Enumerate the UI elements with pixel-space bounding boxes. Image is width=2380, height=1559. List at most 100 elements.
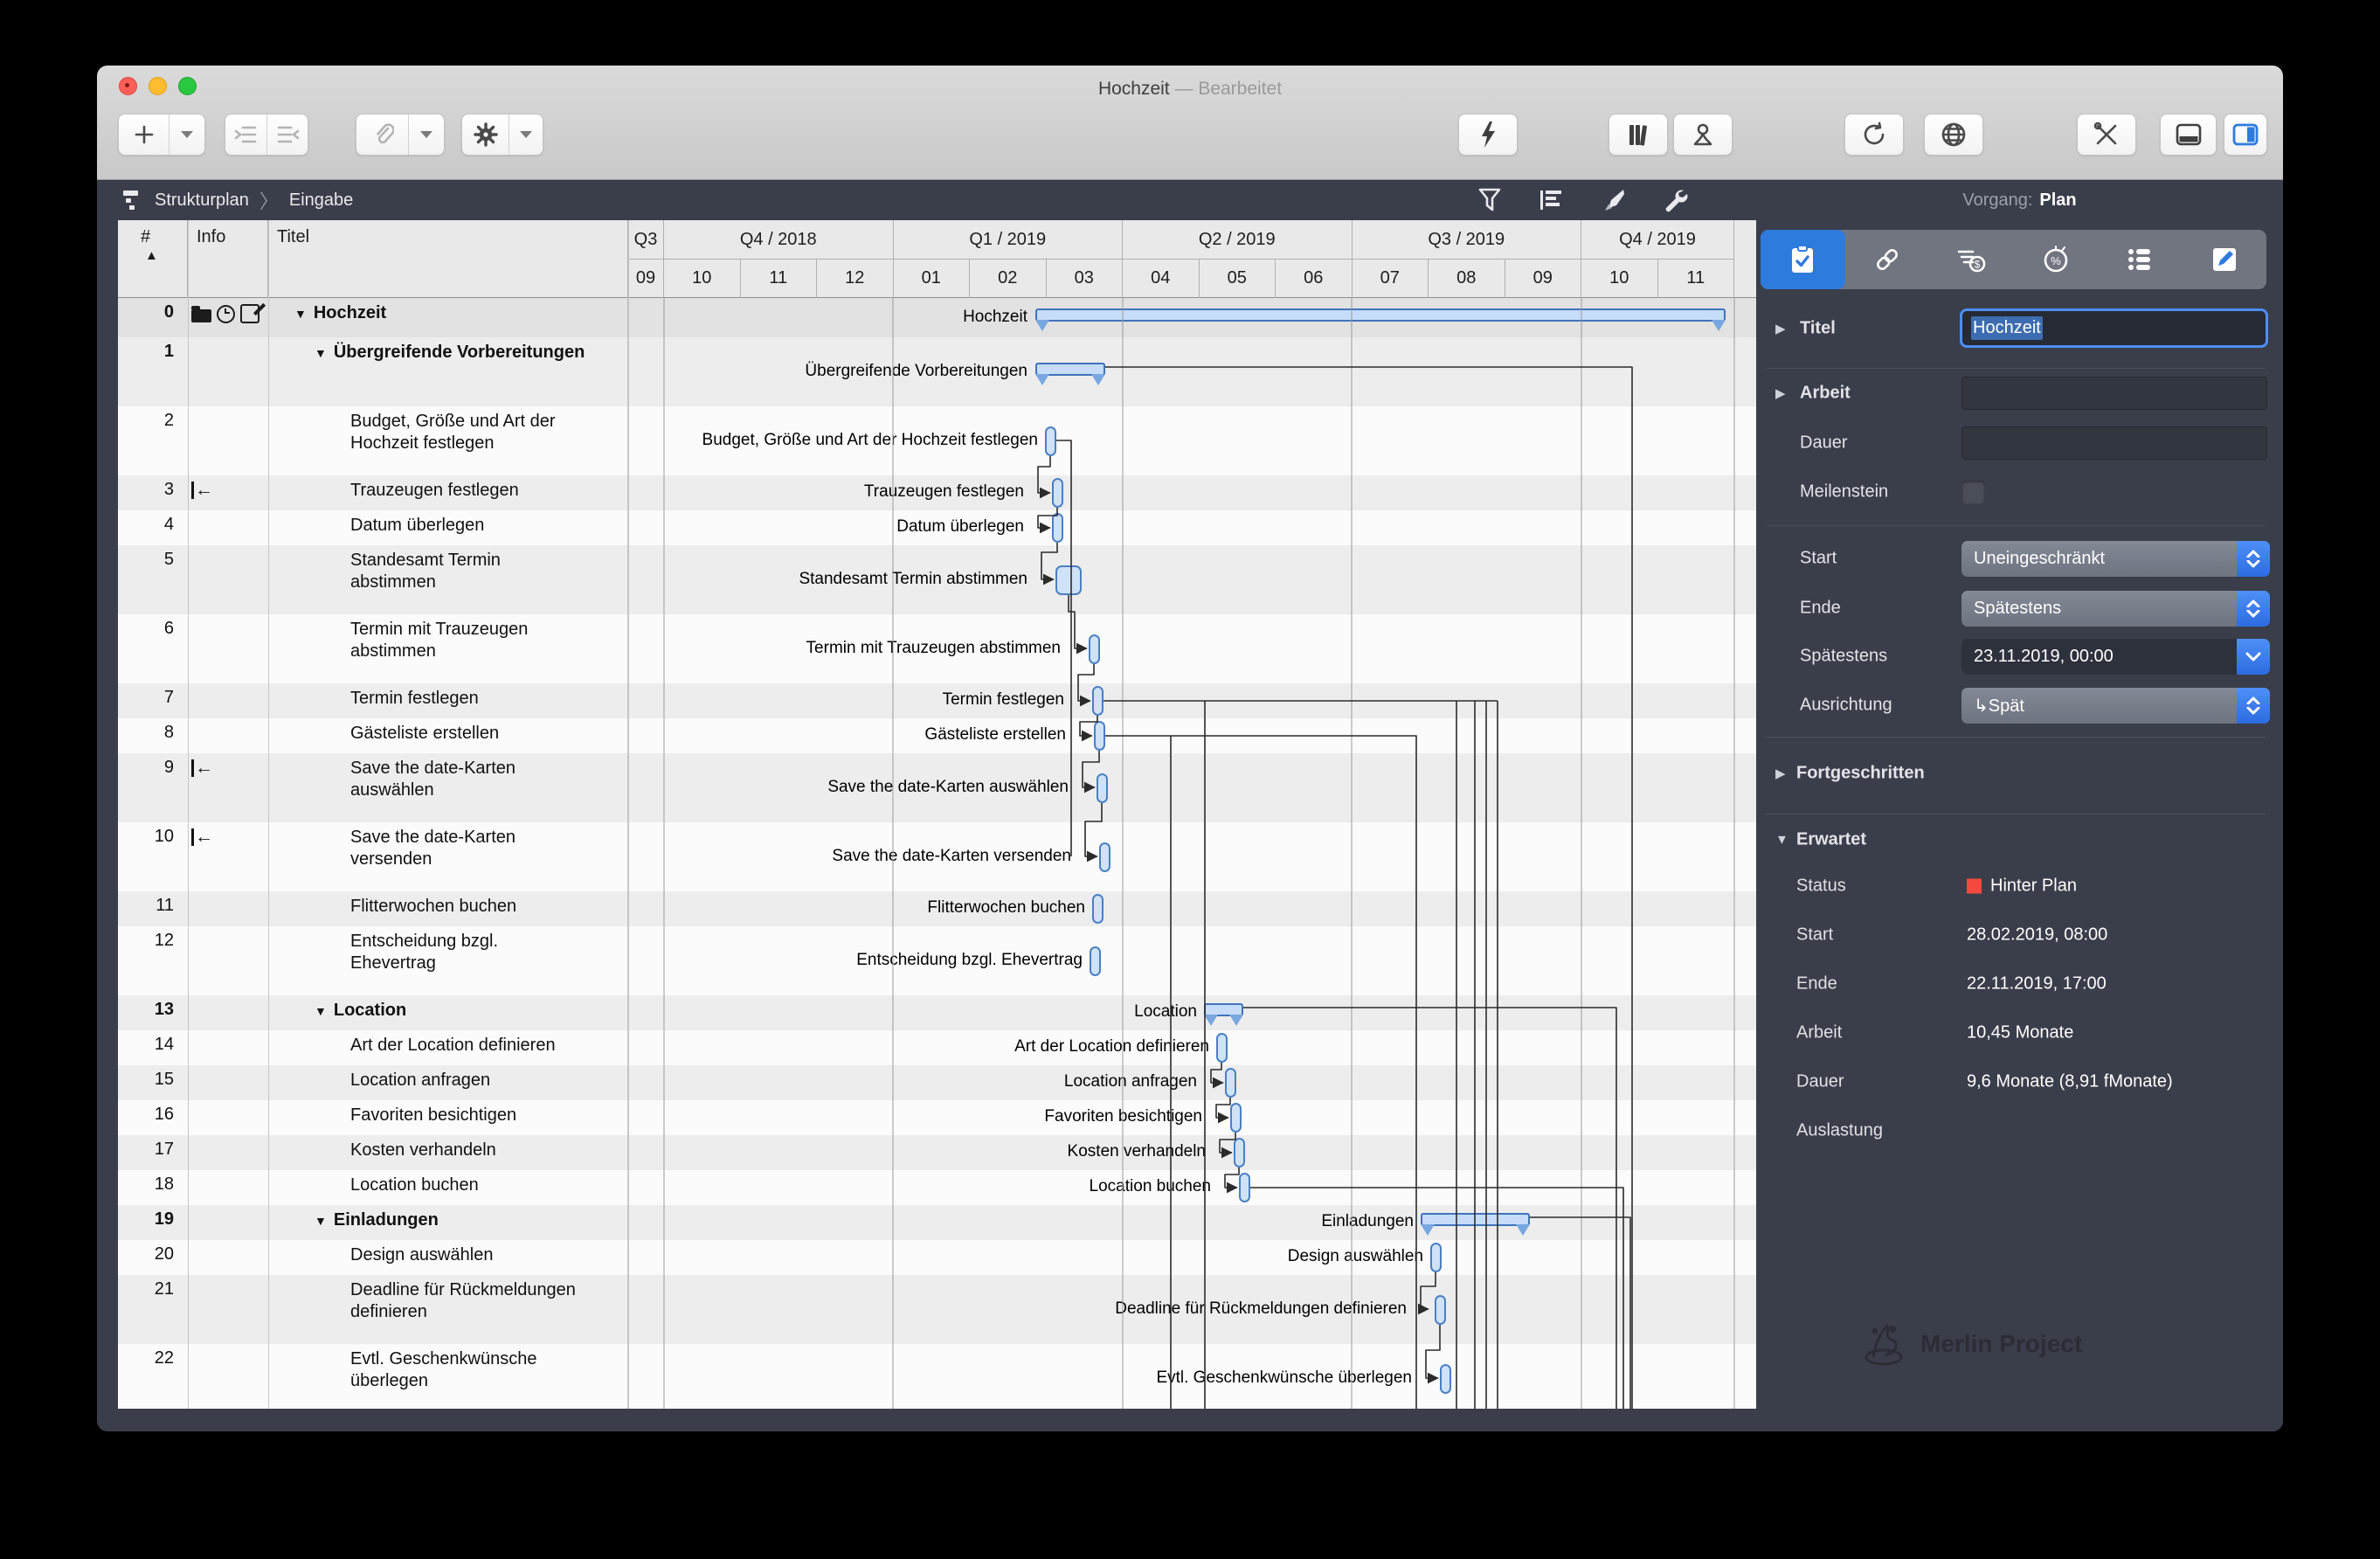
collapse-triangle-icon[interactable]: ▼ (294, 307, 307, 321)
month-header-10[interactable]: 07 (1353, 259, 1429, 298)
task-bar[interactable] (1052, 478, 1063, 508)
task-bar[interactable] (1435, 1295, 1446, 1325)
month-header-8[interactable]: 05 (1200, 259, 1276, 298)
task-row-1[interactable]: 1▼Übergreifende VorbereitungenÜbergreife… (118, 337, 1756, 406)
task-row-22[interactable]: 22Evtl. Geschenkwünsche überlegenEvtl. G… (118, 1344, 1756, 1409)
task-bar[interactable] (1440, 1364, 1451, 1394)
tab-resources[interactable] (2098, 230, 2183, 289)
quarter-header-2[interactable]: Q1 / 2019 (894, 220, 1124, 259)
task-row-10[interactable]: 10←Save the date-Karten versendenSave th… (118, 822, 1756, 891)
publish-button[interactable] (1924, 114, 1983, 156)
filter-funnel-icon[interactable] (1477, 187, 1502, 213)
month-header-4[interactable]: 01 (894, 259, 971, 298)
task-bar[interactable] (1239, 1173, 1250, 1202)
task-row-7[interactable]: 7Termin festlegenTermin festlegen (118, 683, 1756, 718)
task-row-14[interactable]: 14Art der Location definierenArt der Loc… (118, 1030, 1756, 1065)
titel-input[interactable]: Hochzeit (1960, 308, 2268, 348)
summary-bar[interactable] (1421, 1213, 1530, 1226)
quarter-header-5[interactable]: Q4 / 2019 (1581, 220, 1734, 259)
tab-dependencies[interactable] (1845, 230, 1930, 289)
task-row-0[interactable]: 0▼HochzeitHochzeit (118, 298, 1756, 337)
quarter-header-0[interactable]: Q3 (628, 220, 664, 259)
task-row-3[interactable]: 3←Trauzeugen festlegenTrauzeugen festleg… (118, 475, 1756, 510)
task-row-21[interactable]: 21Deadline für Rückmeldungen definierenD… (118, 1275, 1756, 1344)
titel-disclosure-icon[interactable]: ▶ (1775, 321, 1786, 336)
month-header-7[interactable]: 04 (1123, 259, 1200, 298)
breadcrumb-item-strukturplan[interactable]: Strukturplan (155, 191, 249, 211)
collapse-triangle-icon[interactable]: ▼ (315, 346, 327, 360)
task-bar[interactable] (1234, 1138, 1245, 1168)
gear-icon[interactable] (463, 114, 509, 155)
ausrichtung-popup[interactable]: ↳Spät (1961, 688, 2270, 724)
task-row-15[interactable]: 15Location anfragenLocation anfragen (118, 1065, 1756, 1100)
task-bar[interactable] (1090, 946, 1101, 976)
task-bar[interactable] (1099, 842, 1110, 872)
task-row-13[interactable]: 13▼LocationLocation (118, 995, 1756, 1030)
tab-utilization[interactable]: % (2014, 230, 2099, 289)
task-row-18[interactable]: 18Location buchenLocation buchen (118, 1170, 1756, 1205)
start-popup[interactable]: Uneingeschränkt (1961, 541, 2270, 577)
task-bar[interactable] (1225, 1068, 1236, 1098)
task-bar[interactable] (1052, 513, 1063, 543)
add-dropdown-chevron-icon[interactable] (170, 114, 204, 155)
collapse-triangle-icon[interactable]: ▼ (315, 1214, 327, 1228)
column-header-number[interactable]: # ▲ (118, 220, 188, 298)
sync-button[interactable] (1844, 114, 1904, 156)
task-row-2[interactable]: 2Budget, Größe und Art der Hochzeit fest… (118, 406, 1756, 475)
bottom-panel-toggle[interactable] (2160, 114, 2217, 156)
resources-button[interactable] (1673, 114, 1733, 156)
month-header-13[interactable]: 10 (1581, 259, 1658, 298)
quarter-header-3[interactable]: Q2 / 2019 (1123, 220, 1353, 259)
task-bar[interactable] (1092, 686, 1104, 716)
task-bar[interactable] (1216, 1033, 1228, 1063)
task-bar[interactable] (1089, 634, 1100, 664)
quarter-header-4[interactable]: Q3 / 2019 (1353, 220, 1582, 259)
month-header-0[interactable]: 09 (628, 259, 664, 298)
month-header-2[interactable]: 11 (741, 259, 818, 298)
dauer-input[interactable] (1961, 426, 2267, 460)
library-button[interactable] (1609, 114, 1668, 156)
quarter-header-1[interactable]: Q4 / 2018 (664, 220, 894, 259)
summary-bar[interactable] (1204, 1003, 1243, 1016)
task-row-20[interactable]: 20Design auswählenDesign auswählen (118, 1240, 1756, 1275)
timeline-month-row[interactable]: 091011120102030405060708091011 (628, 259, 1734, 298)
column-header-titel[interactable]: Titel (268, 220, 628, 298)
outdent-icon[interactable] (267, 114, 308, 155)
task-row-12[interactable]: 12Entscheidung bzgl. EhevertragEntscheid… (118, 926, 1756, 995)
add-task-button-group[interactable] (118, 114, 205, 156)
settings-wrench-icon[interactable] (1663, 187, 1689, 213)
meilenstein-checkbox[interactable] (1961, 481, 1985, 504)
month-header-11[interactable]: 08 (1429, 259, 1505, 298)
format-brush-icon[interactable] (1600, 187, 1626, 213)
indent-icon[interactable] (226, 114, 266, 155)
task-bar[interactable] (1430, 1243, 1442, 1272)
fortgeschritten-disclosure-icon[interactable]: ▶ (1775, 766, 1786, 781)
month-header-1[interactable]: 10 (664, 259, 741, 298)
task-row-17[interactable]: 17Kosten verhandelnKosten verhandeln (118, 1135, 1756, 1170)
actions-button[interactable] (1458, 114, 1518, 156)
add-icon[interactable] (120, 114, 169, 155)
month-header-3[interactable]: 12 (817, 259, 894, 298)
right-panel-toggle[interactable] (2224, 114, 2267, 156)
task-bar[interactable] (1045, 426, 1056, 456)
summary-bar[interactable] (1035, 363, 1105, 376)
task-row-16[interactable]: 16Favoriten besichtigenFavoriten besicht… (118, 1100, 1756, 1135)
task-row-5[interactable]: 5Standesamt Termin abstimmenStandesamt T… (118, 545, 1756, 614)
month-header-6[interactable]: 03 (1047, 259, 1124, 298)
task-bar[interactable] (1094, 721, 1105, 751)
month-header-12[interactable]: 09 (1505, 259, 1582, 298)
arbeit-input[interactable] (1961, 377, 2267, 410)
collapse-triangle-icon[interactable]: ▼ (315, 1004, 327, 1018)
settings-dropdown-chevron-icon[interactable] (509, 114, 543, 155)
arbeit-disclosure-icon[interactable]: ▶ (1775, 385, 1786, 401)
task-row-19[interactable]: 19▼EinladungenEinladungen (118, 1205, 1756, 1240)
style-list-icon[interactable] (1539, 188, 1563, 212)
task-bar[interactable] (1092, 894, 1104, 924)
task-row-8[interactable]: 8Gästeliste erstellenGästeliste erstelle… (118, 718, 1756, 753)
task-bar[interactable] (1055, 565, 1082, 595)
month-header-9[interactable]: 06 (1276, 259, 1353, 298)
month-header-5[interactable]: 02 (970, 259, 1047, 298)
timeline-quarter-row[interactable]: Q3Q4 / 2018Q1 / 2019Q2 / 2019Q3 / 2019Q4… (628, 220, 1734, 260)
erwartet-disclosure-icon[interactable]: ▼ (1775, 833, 1788, 848)
column-header-info[interactable]: Info (188, 220, 268, 298)
